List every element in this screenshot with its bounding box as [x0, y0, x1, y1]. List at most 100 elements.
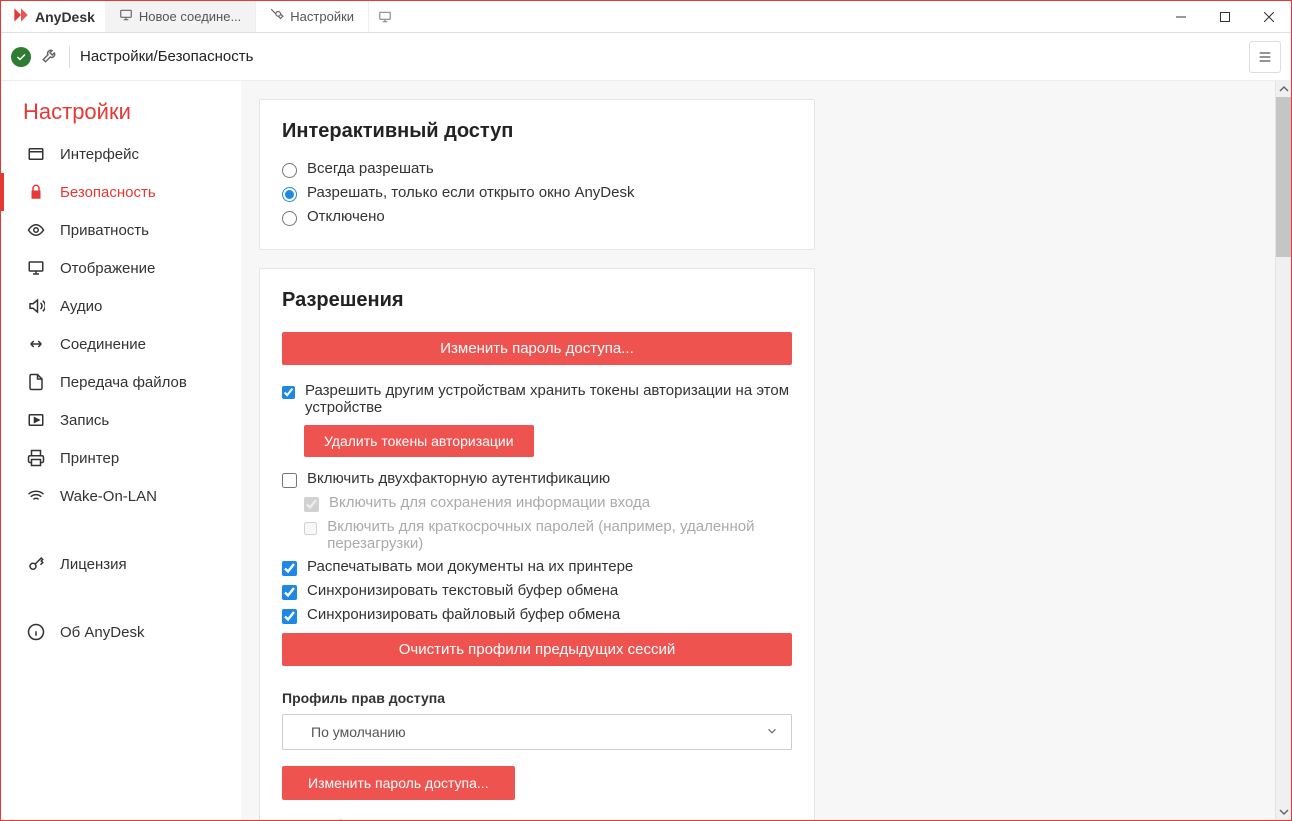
sidebar-item-about[interactable]: Об AnyDesk	[1, 613, 241, 651]
checkbox-label: Включить двухфакторную аутентификацию	[307, 470, 610, 487]
tab-new-connection[interactable]: Новое соедине...	[105, 1, 256, 32]
sidebar-item-printer[interactable]: Принтер	[1, 439, 241, 477]
anydesk-logo-icon	[11, 5, 31, 28]
checkbox-allow-tokens[interactable]: Разрешить другим устройствам хранить ток…	[282, 379, 792, 419]
sidebar-item-license[interactable]: Лицензия	[1, 545, 241, 583]
sidebar-item-label: Отображение	[60, 260, 155, 277]
profile-label: Профиль прав доступа	[282, 690, 792, 706]
sidebar-item-label: Принтер	[60, 450, 119, 467]
file-transfer-icon	[26, 373, 46, 391]
sidebar-item-security[interactable]: Безопасность	[1, 173, 241, 211]
tab-settings[interactable]: Настройки	[256, 1, 369, 32]
sidebar-item-file-transfer[interactable]: Передача файлов	[1, 363, 241, 401]
checkbox-sync-file-clipboard[interactable]: Синхронизировать файловый буфер обмена	[282, 603, 792, 627]
radio-input[interactable]	[282, 211, 297, 226]
section-permissions: Разрешения Изменить пароль доступа... Ра…	[259, 268, 815, 820]
scroll-up-button[interactable]	[1276, 81, 1291, 97]
separator	[69, 46, 70, 68]
wrench-icon	[41, 46, 59, 67]
radio-input[interactable]	[282, 187, 297, 202]
close-button[interactable]	[1247, 1, 1291, 33]
sidebar-item-audio[interactable]: Аудио	[1, 287, 241, 325]
app-title: AnyDesk	[35, 9, 95, 25]
checkbox-input[interactable]	[282, 609, 297, 624]
sidebar-item-label: Лицензия	[60, 556, 127, 573]
monitor-icon	[119, 8, 133, 25]
wifi-icon	[26, 487, 46, 505]
content-scroll: Интерактивный доступ Всегда разрешать Ра…	[241, 81, 1275, 820]
display-icon	[26, 259, 46, 277]
checkbox-sync-text-clipboard[interactable]: Синхронизировать текстовый буфер обмена	[282, 579, 792, 603]
sidebar-item-connection[interactable]: Соединение	[1, 325, 241, 363]
app-logo: AnyDesk	[1, 5, 105, 28]
minimize-button[interactable]	[1159, 1, 1203, 33]
select-value: По умолчанию	[295, 724, 406, 740]
checkbox-input[interactable]	[282, 385, 295, 400]
profile-select[interactable]: По умолчанию	[282, 714, 792, 750]
sidebar-item-label: Об AnyDesk	[60, 624, 144, 641]
sidebar-item-label: Соединение	[60, 336, 146, 353]
checkbox-2fa-short-pass: Включить для краткосрочных паролей (напр…	[304, 515, 792, 555]
maximize-button[interactable]	[1203, 1, 1247, 33]
checkbox-label: Синхронизировать текстовый буфер обмена	[307, 582, 618, 599]
change-password-button-2[interactable]: Изменить пароль доступа...	[282, 766, 515, 800]
delete-tokens-button[interactable]: Удалить токены авторизации	[304, 425, 534, 457]
scroll-down-button[interactable]	[1276, 804, 1291, 820]
printer-icon	[26, 449, 46, 467]
lock-icon	[26, 183, 46, 201]
sidebar-item-privacy[interactable]: Приватность	[1, 211, 241, 249]
key-icon	[26, 555, 46, 573]
chevron-down-icon	[765, 724, 779, 741]
checkbox-2fa[interactable]: Включить двухфакторную аутентификацию	[282, 467, 792, 491]
checkbox-label: Синхронизировать файловый буфер обмена	[307, 606, 620, 623]
radio-disabled[interactable]: Отключено	[282, 205, 792, 229]
sidebar-item-label: Безопасность	[60, 184, 156, 201]
checkbox-input[interactable]	[282, 473, 297, 488]
checkbox-input	[304, 521, 317, 536]
section-interactive-access: Интерактивный доступ Всегда разрешать Ра…	[259, 99, 815, 250]
new-tab-button[interactable]	[369, 1, 401, 32]
info-icon	[26, 623, 46, 641]
tabstrip: Новое соедине... Настройки	[105, 1, 401, 32]
address-bar: Настройки/Безопасность	[1, 33, 1291, 81]
sidebar-item-display[interactable]: Отображение	[1, 249, 241, 287]
sidebar: Настройки Интерфейс Безопасность Приватн…	[1, 81, 241, 820]
checkbox-input[interactable]	[282, 561, 297, 576]
scroll-thumb[interactable]	[1276, 97, 1291, 257]
radio-always-allow[interactable]: Всегда разрешать	[282, 157, 792, 181]
checkbox-input[interactable]	[282, 585, 297, 600]
menu-button[interactable]	[1249, 41, 1281, 73]
audio-icon	[26, 297, 46, 315]
privacy-icon	[26, 221, 46, 239]
radio-label: Всегда разрешать	[307, 160, 434, 177]
scrollbar[interactable]	[1275, 81, 1291, 820]
app-window: AnyDesk Новое соедине... Настройки	[0, 0, 1292, 821]
scroll-track[interactable]	[1276, 97, 1291, 804]
window-controls	[1159, 1, 1291, 33]
sidebar-title: Настройки	[1, 99, 241, 135]
section-title: Интерактивный доступ	[282, 120, 792, 143]
interface-icon	[26, 145, 46, 163]
body: Настройки Интерфейс Безопасность Приватн…	[1, 81, 1291, 820]
radio-input[interactable]	[282, 163, 297, 178]
sidebar-item-label: Приватность	[60, 222, 149, 239]
status-ok-icon	[11, 47, 31, 67]
sidebar-item-wol[interactable]: Wake-On-LAN	[1, 477, 241, 515]
clear-profiles-button[interactable]: Очистить профили предыдущих сессий	[282, 633, 792, 666]
radio-label: Разрешать, только если открыто окно AnyD…	[307, 184, 634, 201]
radio-allow-if-window[interactable]: Разрешать, только если открыто окно AnyD…	[282, 181, 792, 205]
titlebar: AnyDesk Новое соедине... Настройки	[1, 1, 1291, 33]
connection-icon	[26, 335, 46, 353]
section-title: Разрешения	[282, 289, 792, 312]
wrench-icon	[270, 8, 284, 25]
checkbox-label: Включить для сохранения информации входа	[329, 494, 650, 511]
sidebar-item-label: Запись	[60, 412, 109, 429]
breadcrumb: Настройки/Безопасность	[80, 48, 253, 65]
checkbox-print[interactable]: Распечатывать мои документы на их принте…	[282, 555, 792, 579]
checkbox-2fa-save-login: Включить для сохранения информации входа	[304, 491, 792, 515]
change-password-button[interactable]: Изменить пароль доступа...	[282, 332, 792, 365]
sidebar-item-recording[interactable]: Запись	[1, 401, 241, 439]
tab-label: Настройки	[290, 9, 354, 24]
content-area: Интерактивный доступ Всегда разрешать Ра…	[241, 81, 1291, 820]
sidebar-item-interface[interactable]: Интерфейс	[1, 135, 241, 173]
